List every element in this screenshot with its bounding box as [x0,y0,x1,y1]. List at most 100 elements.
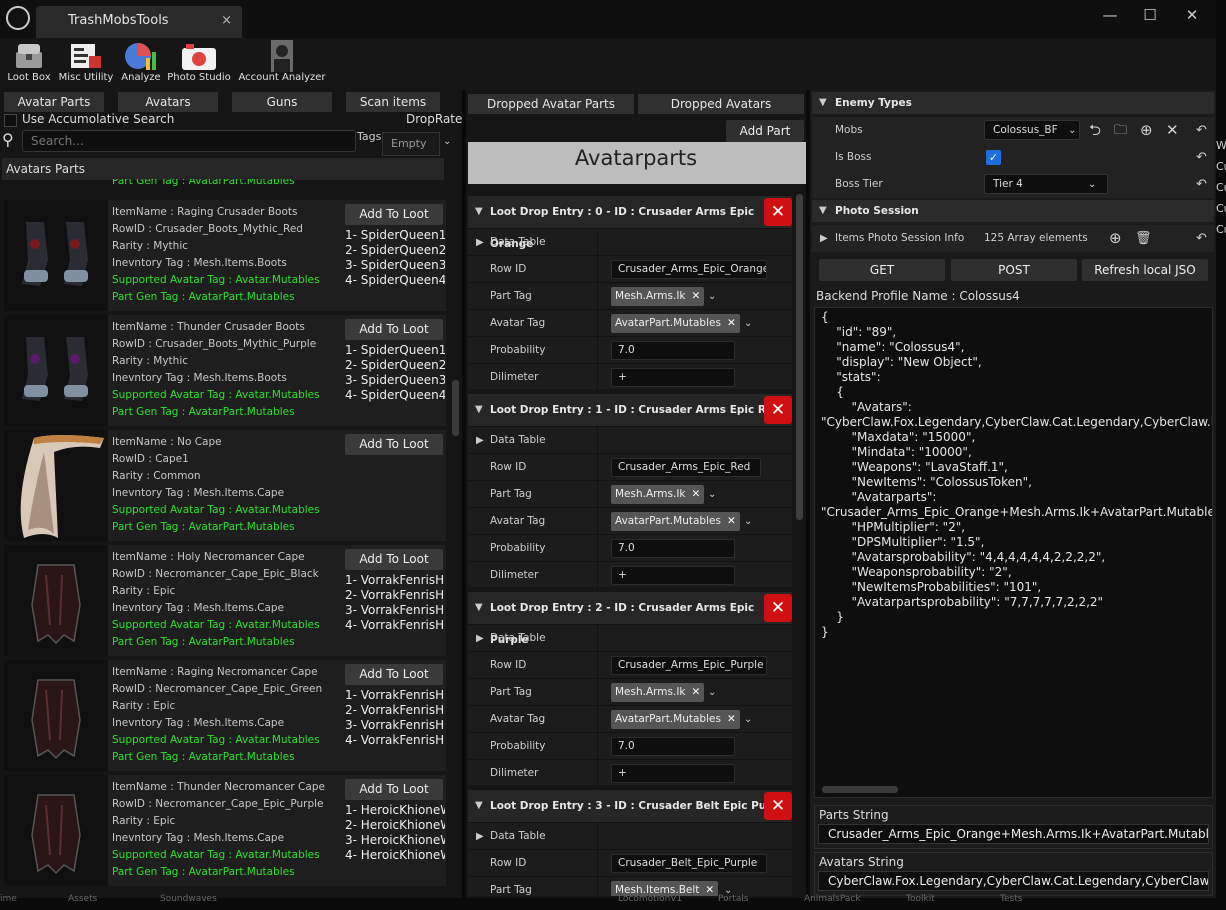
accumulative-checkbox[interactable] [4,114,17,127]
row-id-field[interactable]: Crusader_Belt_Epic_Purple [611,854,767,873]
add-to-loot-button[interactable]: Add To Loot [345,664,443,685]
collapse-arrow-icon[interactable]: ▼ [475,790,483,822]
tags-dropdown[interactable]: Empty [382,132,440,156]
probability-field[interactable]: 7.0 [611,539,735,558]
chevron-down-icon[interactable]: ⌄ [744,310,752,337]
expand-arrow-icon[interactable]: ▶ [476,229,484,256]
photo-studio-button[interactable]: Photo Studio [166,40,232,88]
mobs-dropdown[interactable]: Colossus_BF [984,120,1080,140]
account-analyzer-button[interactable]: Account Analyzer [236,40,328,88]
chevron-down-icon[interactable]: ⌄ [708,679,716,706]
expand-arrow-icon[interactable]: ▶ [476,427,484,454]
probability-field[interactable]: 7.0 [611,737,735,756]
row-id-field[interactable]: Crusader_Arms_Epic_Orange [611,260,767,279]
misc-utility-button[interactable]: Misc Utility [56,40,116,88]
json-viewer[interactable]: { "id": "89", "name": "Colossus4", "disp… [814,307,1213,798]
add-to-loot-button[interactable]: Add To Loot [345,319,443,340]
list-item[interactable]: ItemName : No Cape RowID : Cape1 Rarity : … [4,430,446,541]
add-element-icon[interactable]: ⊕ [1109,225,1122,252]
photo-session-header[interactable]: ▼ Photo Session [812,200,1214,222]
tab-dropped-avatars[interactable]: Dropped Avatars [638,94,804,114]
remove-tag-icon[interactable]: ✕ [727,317,736,329]
reset-icon[interactable]: ↶ [1196,225,1207,252]
delete-entry-button[interactable]: ✕ [764,792,792,820]
document-tab[interactable]: TrashMobsTools × [36,6,242,38]
analyze-button[interactable]: Analyze [118,40,164,88]
tab-guns[interactable]: Guns [232,92,332,112]
reset-icon[interactable]: ↶ [1196,171,1207,198]
browse-back-icon[interactable]: ⮌ [1089,117,1101,144]
row-id-field[interactable]: Crusader_Arms_Epic_Red [611,458,761,477]
remove-tag-icon[interactable]: ✕ [727,713,736,725]
clear-icon[interactable]: ✕ [1166,117,1179,144]
chevron-down-icon[interactable]: ⌄ [1088,171,1096,198]
browse-folder-icon[interactable]: 🗀 [1114,117,1127,144]
expand-arrow-icon[interactable]: ▶ [476,823,484,850]
probability-field[interactable]: 7.0 [611,341,735,360]
trash-icon[interactable]: 🗑 [1135,225,1152,252]
dilimeter-field[interactable]: + [611,566,735,585]
avatar-tag-chip[interactable]: AvatarPart.Mutables ✕ [611,512,740,531]
remove-tag-icon[interactable]: ✕ [692,290,701,302]
json-horizontal-scrollbar[interactable] [822,786,898,793]
close-window-icon[interactable]: ✕ [1180,6,1204,26]
list-item[interactable]: ItemName : Thunder Necromancer Cape RowID… [4,775,446,886]
refresh-local-json-button[interactable]: Refresh local JSO [1082,259,1208,281]
chevron-down-icon[interactable]: ⌄ [443,136,451,147]
add-to-loot-button[interactable]: Add To Loot [345,779,443,800]
chevron-down-icon[interactable]: ⌄ [744,706,752,733]
add-part-button[interactable]: Add Part [726,120,804,142]
parts-string-field[interactable]: Crusader_Arms_Epic_Orange+Mesh.Arms.Ik+A… [818,824,1209,844]
minimize-icon[interactable]: — [1098,6,1122,26]
part-tag-chip[interactable]: Mesh.Arms.Ik ✕ [611,287,705,306]
collapse-arrow-icon[interactable]: ▼ [475,394,483,426]
part-tag-chip[interactable]: Mesh.Arms.Ik ✕ [611,683,705,702]
row-id-field[interactable]: Crusader_Arms_Epic_Purple [611,656,767,675]
entries-scrollbar[interactable] [796,194,803,520]
post-button[interactable]: POST [951,259,1077,281]
chevron-down-icon[interactable]: ⌄ [1068,117,1076,144]
enemy-types-header[interactable]: ▼ Enemy Types [812,92,1214,114]
remove-tag-icon[interactable]: ✕ [692,488,701,500]
list-item[interactable]: ItemName : Holy Necromancer Cape RowID : … [4,545,446,656]
remove-tag-icon[interactable]: ✕ [692,686,701,698]
expand-arrow-icon[interactable]: ▶ [476,625,484,652]
loot-box-button[interactable]: Loot Box [4,40,54,88]
delete-entry-button[interactable]: ✕ [764,594,792,622]
tab-avatar-parts[interactable]: Avatar Parts [4,92,104,112]
list-scrollbar[interactable] [452,380,459,436]
collapse-arrow-icon[interactable]: ▼ [475,196,483,228]
list-item[interactable]: ItemName : Raging Necromancer Cape RowID … [4,660,446,771]
chevron-down-icon[interactable]: ⌄ [744,508,752,535]
add-icon[interactable]: ⊕ [1140,117,1153,144]
remove-tag-icon[interactable]: ✕ [705,884,714,896]
reset-icon[interactable]: ↶ [1196,144,1207,171]
reset-icon[interactable]: ↶ [1196,117,1207,144]
add-to-loot-button[interactable]: Add To Loot [345,434,443,455]
add-to-loot-button[interactable]: Add To Loot [345,204,443,225]
search-input[interactable] [22,130,356,152]
expand-arrow-icon[interactable]: ▶ [820,225,828,252]
list-item[interactable]: ItemName : Raging Crusader Boots RowID : … [4,200,446,311]
chevron-down-icon[interactable]: ⌄ [708,481,716,508]
delete-entry-button[interactable]: ✕ [764,198,792,226]
list-item[interactable]: ItemName : Thunder Crusader Boots RowID :… [4,315,446,426]
add-to-loot-button[interactable]: Add To Loot [345,549,443,570]
tab-scan-items[interactable]: Scan items [346,92,440,112]
dilimeter-field[interactable]: + [611,764,735,783]
close-tab-icon[interactable]: × [221,6,232,36]
avatar-tag-chip[interactable]: AvatarPart.Mutables ✕ [611,314,740,333]
dilimeter-field[interactable]: + [611,368,735,387]
maximize-icon[interactable]: ☐ [1138,6,1162,26]
collapse-arrow-icon[interactable]: ▼ [475,592,483,624]
get-button[interactable]: GET [819,259,945,281]
part-tag-chip[interactable]: Mesh.Arms.Ik ✕ [611,485,705,504]
is-boss-checkbox[interactable]: ✓ [986,150,1001,165]
tab-dropped-avatar-parts[interactable]: Dropped Avatar Parts [468,94,634,114]
tab-avatars[interactable]: Avatars [118,92,218,112]
avatar-tag-chip[interactable]: AvatarPart.Mutables ✕ [611,710,740,729]
chevron-down-icon[interactable]: ⌄ [708,283,716,310]
avatars-string-field[interactable]: CyberClaw.Fox.Legendary,CyberClaw.Cat.Le… [818,871,1209,891]
delete-entry-button[interactable]: ✕ [764,396,792,424]
remove-tag-icon[interactable]: ✕ [727,515,736,527]
